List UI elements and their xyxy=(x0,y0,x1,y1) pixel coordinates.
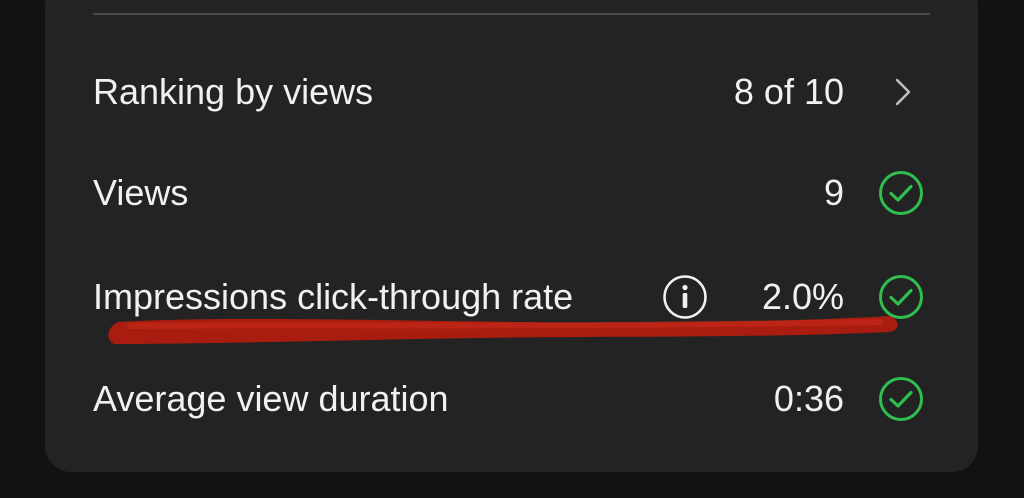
metric-row-avg-duration: Average view duration 0:36 xyxy=(0,364,1024,434)
chevron-right-icon[interactable] xyxy=(888,77,918,107)
metric-label: Impressions click-through rate xyxy=(93,276,574,317)
metric-value: 0:36 xyxy=(773,378,844,419)
metric-value: 9 xyxy=(823,172,844,213)
metric-label: Average view duration xyxy=(93,378,449,419)
check-circle-icon xyxy=(879,275,923,319)
metric-row-views: Views 9 xyxy=(0,158,1024,228)
metric-label: Views xyxy=(93,172,189,213)
metric-row-ranking[interactable]: Ranking by views 8 of 10 xyxy=(0,57,1024,127)
metric-row-ctr: Impressions click-through rate 2.0% xyxy=(0,262,1024,332)
divider xyxy=(93,13,930,15)
metric-value: 2.0% xyxy=(761,276,844,317)
metric-value: 8 of 10 xyxy=(733,71,844,112)
info-icon[interactable] xyxy=(661,273,709,321)
metric-label: Ranking by views xyxy=(93,71,374,112)
check-circle-icon xyxy=(879,171,923,215)
check-circle-icon xyxy=(879,377,923,421)
